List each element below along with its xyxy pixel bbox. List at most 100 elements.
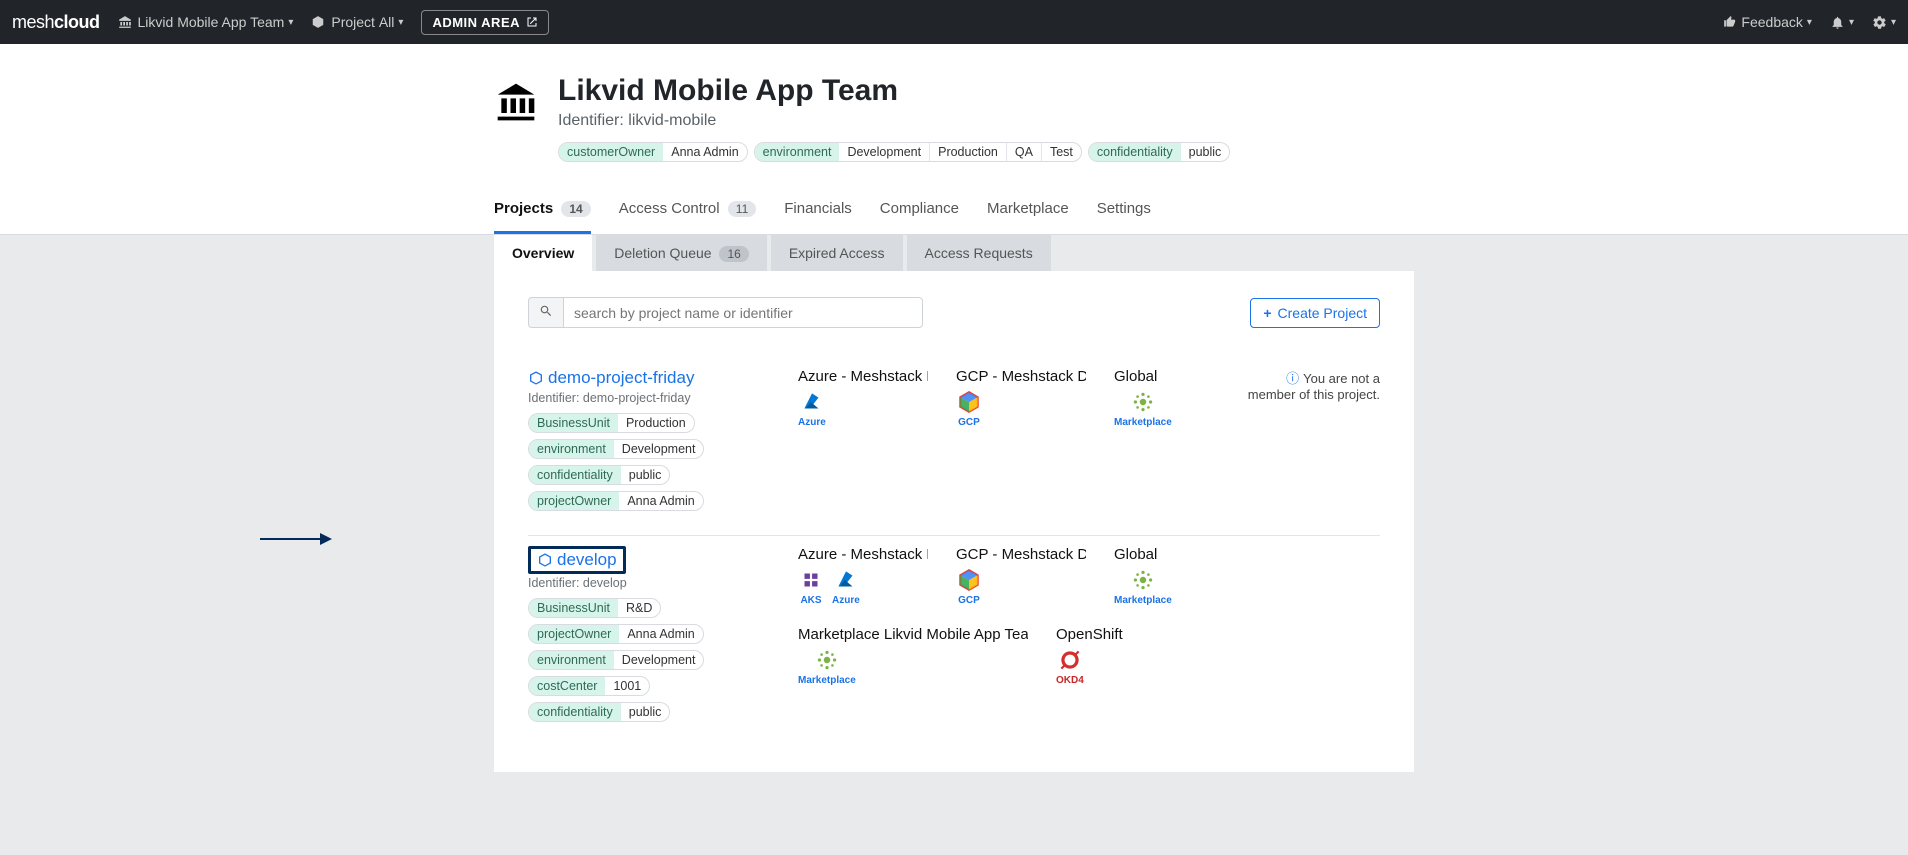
platform-icon[interactable]: OKD4: [1056, 647, 1084, 686]
chevron-down-icon: ▾: [288, 17, 293, 28]
bank-icon: [494, 80, 538, 124]
platform-title: Azure - Meshstack Dev: [798, 546, 928, 563]
tag-group: projectOwnerAnna Admin: [528, 491, 704, 511]
platform: Azure - Meshstack Dev AKS Azure: [798, 546, 928, 606]
tab-compliance[interactable]: Compliance: [880, 190, 959, 234]
tab-financials[interactable]: Financials: [784, 190, 852, 234]
platform-icon[interactable]: Marketplace: [798, 647, 856, 686]
platform-icon[interactable]: Azure: [832, 567, 860, 606]
project-identifier: Identifier: develop: [528, 576, 798, 590]
platform-title: Global: [1114, 368, 1244, 385]
project-link[interactable]: develop: [537, 550, 617, 570]
tag-value: public: [1181, 143, 1230, 161]
tag-value: Anna Admin: [663, 143, 746, 161]
team-selector-label: Likvid Mobile App Team: [138, 14, 285, 30]
project-identifier: Identifier: demo-project-friday: [528, 391, 798, 405]
tag-group: costCenter1001: [528, 676, 650, 696]
platform-icon[interactable]: GCP: [956, 389, 982, 428]
tag-value: Development: [614, 651, 704, 669]
page-header: Likvid Mobile App Team Identifier: likvi…: [0, 44, 1908, 235]
tab-settings[interactable]: Settings: [1097, 190, 1151, 234]
tag-key: costCenter: [529, 677, 605, 695]
project-platforms: Azure - Meshstack DevAzureGCP - Meshstac…: [798, 368, 1245, 428]
external-link-icon: [526, 16, 538, 28]
platform-label: Marketplace: [1114, 595, 1172, 606]
tag-value: R&D: [618, 599, 660, 617]
platform-title: GCP - Meshstack Dev: [956, 546, 1086, 563]
platform-label: Azure: [798, 417, 826, 428]
platform-icon[interactable]: Marketplace: [1114, 567, 1172, 606]
create-project-label: Create Project: [1278, 305, 1367, 321]
feedback-label: Feedback: [1741, 14, 1802, 30]
chevron-down-icon: ▾: [1807, 17, 1812, 28]
tag-key: BusinessUnit: [529, 414, 618, 432]
admin-area-label: ADMIN AREA: [432, 15, 520, 30]
content: Overview Deletion Queue 16 Expired Acces…: [494, 235, 1414, 772]
tab-access-control-label: Access Control: [619, 200, 720, 217]
tab-marketplace[interactable]: Marketplace: [987, 190, 1069, 234]
subtab-deletion-queue-label: Deletion Queue: [614, 245, 711, 261]
tag-value: QA: [1006, 143, 1041, 161]
tag-group: environmentDevelopment: [528, 439, 704, 459]
project-label: Project: [331, 14, 375, 30]
platform: Azure - Meshstack Dev Azure: [798, 368, 928, 428]
search-input[interactable]: [563, 297, 923, 328]
platform-title: Global: [1114, 546, 1244, 563]
create-project-button[interactable]: + Create Project: [1250, 298, 1380, 328]
team-selector[interactable]: Likvid Mobile App Team ▾: [118, 14, 294, 30]
project-platforms: Azure - Meshstack Dev AKS Azure GCP - Meshs…: [798, 546, 1245, 686]
brand-logo[interactable]: meshcloud: [12, 12, 100, 33]
platform-label: GCP: [958, 595, 980, 606]
subtab-deletion-queue[interactable]: Deletion Queue 16: [596, 235, 767, 271]
tab-access-control[interactable]: Access Control 11: [619, 190, 757, 234]
platform-icon[interactable]: AKS: [798, 567, 824, 606]
subtab-access-requests[interactable]: Access Requests: [907, 235, 1051, 271]
tag-key: confidentiality: [529, 466, 621, 484]
platform-title: OpenShift: [1056, 626, 1186, 643]
platform-title: Azure - Meshstack Dev: [798, 368, 928, 385]
platform: Marketplace Likvid Mobile App TeamMarket…: [798, 626, 1028, 686]
team-tags: customerOwnerAnna AdminenvironmentDevelo…: [558, 142, 1230, 162]
platform-icon[interactable]: Azure: [798, 389, 826, 428]
tab-access-control-count: 11: [728, 201, 756, 217]
tab-projects-count: 14: [561, 201, 590, 217]
tag-key: environment: [529, 651, 614, 669]
project-tags: BusinessUnitProductionenvironmentDevelop…: [528, 413, 798, 511]
subtab-expired-access[interactable]: Expired Access: [771, 235, 903, 271]
project-value: All: [379, 14, 395, 30]
tab-projects-label: Projects: [494, 200, 553, 217]
tag-group: BusinessUnitProduction: [528, 413, 695, 433]
search-icon: [528, 297, 563, 328]
tag-group: environmentDevelopment: [528, 650, 704, 670]
platform: Global Marketplace: [1114, 546, 1244, 606]
platform-icon[interactable]: GCP: [956, 567, 982, 606]
platform: Global Marketplace: [1114, 368, 1244, 428]
tag-key: environment: [529, 440, 614, 458]
platform-label: Marketplace: [798, 675, 856, 686]
main-tabs: Projects 14 Access Control 11 Financials…: [494, 190, 1414, 234]
top-nav: meshcloud Likvid Mobile App Team ▾ Proje…: [0, 0, 1908, 44]
tag-value: Development: [614, 440, 704, 458]
thumbs-up-icon: [1723, 15, 1737, 29]
gear-icon: [1872, 15, 1887, 30]
sub-tabs: Overview Deletion Queue 16 Expired Acces…: [494, 235, 1414, 271]
project-selector[interactable]: Project All ▾: [311, 14, 403, 30]
subtab-overview[interactable]: Overview: [494, 235, 592, 271]
feedback-button[interactable]: Feedback ▾: [1723, 14, 1812, 30]
platform-icon[interactable]: Marketplace: [1114, 389, 1172, 428]
tag-key: confidentiality: [529, 703, 621, 721]
tab-projects[interactable]: Projects 14: [494, 190, 591, 234]
admin-area-button[interactable]: ADMIN AREA: [421, 10, 549, 35]
notifications-button[interactable]: ▾: [1830, 15, 1854, 30]
project-row: develop Identifier: develop BusinessUnit…: [528, 536, 1380, 746]
tag-value: public: [621, 466, 670, 484]
tag-group: environmentDevelopmentProductionQATest: [754, 142, 1082, 162]
project-info-msg: ⓘYou are not a member of this project.: [1245, 368, 1380, 402]
info-icon: ⓘ: [1286, 371, 1299, 386]
project-link[interactable]: demo-project-friday: [528, 368, 694, 388]
tag-value: Production: [618, 414, 694, 432]
platform-label: Azure: [832, 595, 860, 606]
settings-button[interactable]: ▾: [1872, 15, 1896, 30]
platform-label: OKD4: [1056, 675, 1084, 686]
tag-group: BusinessUnitR&D: [528, 598, 661, 618]
